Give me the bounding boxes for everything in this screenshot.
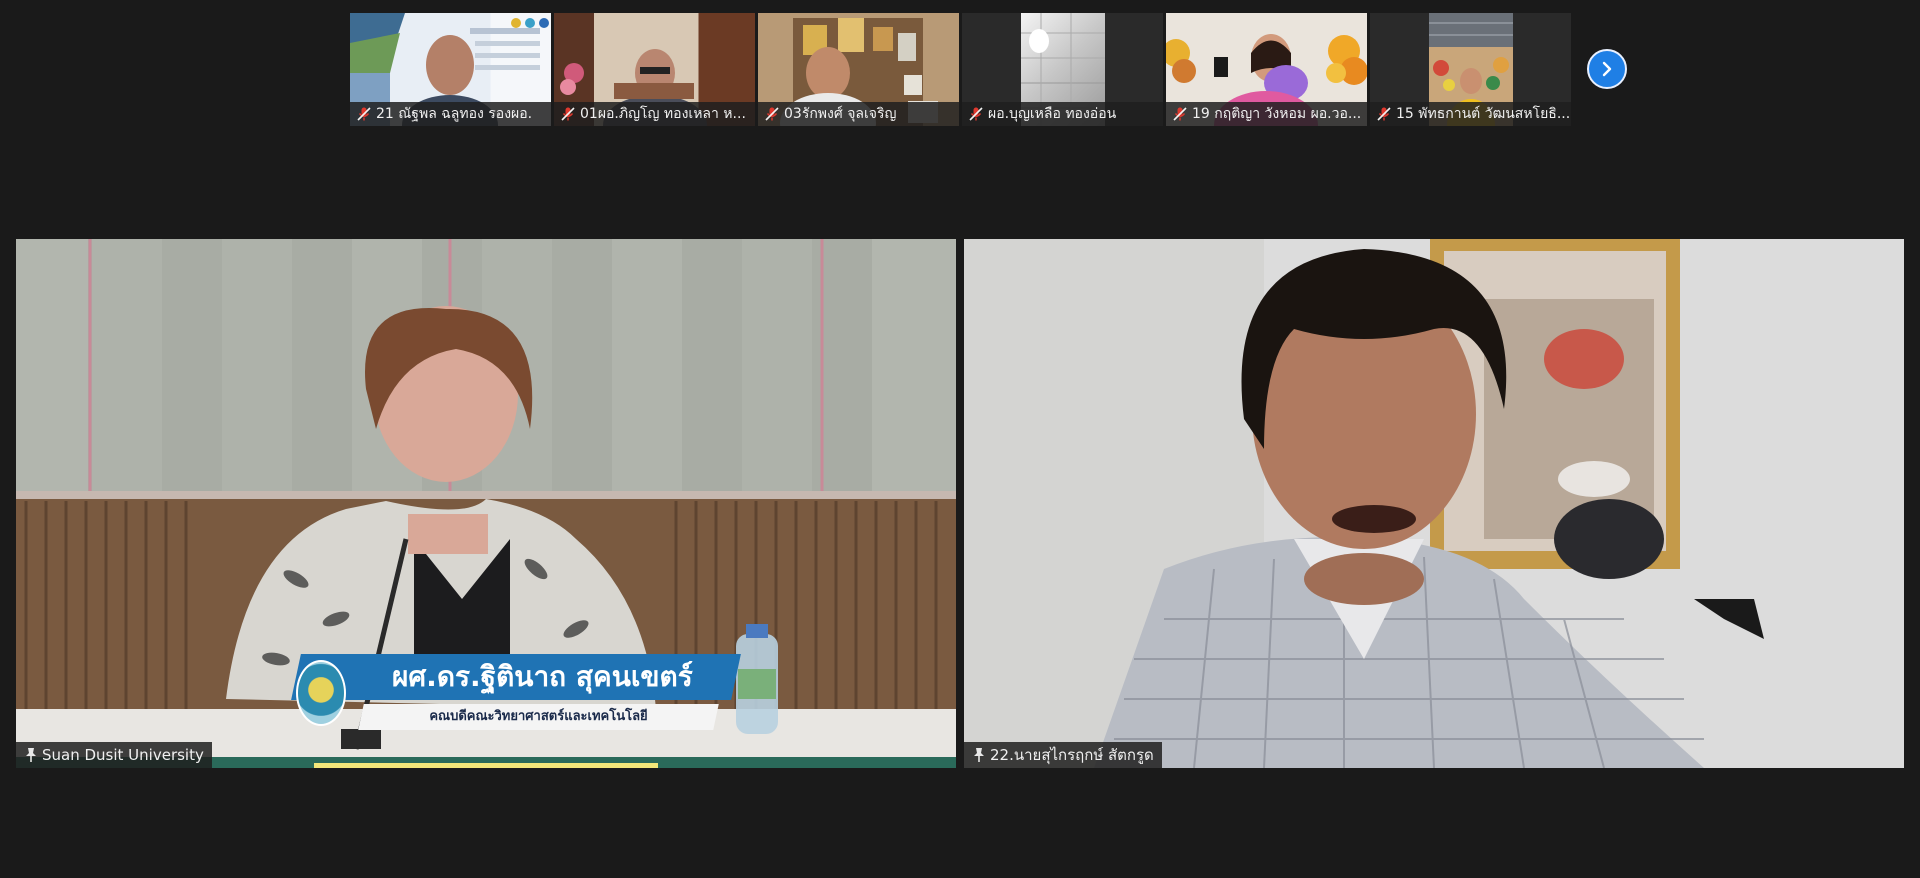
participant-name: 21 ณัฐพล ฉลูทอง รองผอ.: [376, 106, 533, 122]
participant-name: 19 กฤติญา วังหอม ผอ.วอ...: [1192, 106, 1362, 122]
participant-nameplate: 03รักพงศ์ จุลเจริญ: [758, 102, 959, 126]
mic-muted-icon: [1173, 107, 1187, 121]
pin-icon: [26, 748, 36, 762]
participant-nameplate: 22.นายสุไกรฤกษ์ สัตกรูด: [964, 742, 1162, 768]
participant-thumbnail[interactable]: 03รักพงศ์ จุลเจริญ: [758, 13, 959, 126]
participant-nameplate: ผอ.บุญเหลือ ทองอ่อน: [962, 102, 1163, 126]
main-video-tile[interactable]: ผศ.ดร.ฐิตินาถ สุคนเขตร์ คณบดีคณะวิทยาศาส…: [16, 239, 956, 768]
participant-nameplate: 19 กฤติญา วังหอม ผอ.วอ...: [1166, 102, 1367, 126]
speaker-subtitle: คณบดีคณะวิทยาศาสตร์และเทคโนโลยี: [429, 709, 648, 724]
participant-video: [964, 239, 1904, 768]
mic-muted-icon: [969, 107, 983, 121]
mic-muted-icon: [765, 107, 779, 121]
participant-thumbnail[interactable]: 21 ณัฐพล ฉลูทอง รองผอ.: [350, 13, 551, 126]
participant-thumbnail-strip: 21 ณัฐพล ฉลูทอง รองผอ. 01ผอ.ภิญโญ ทองเหล…: [350, 13, 1571, 126]
participant-name: 15 พัทธกานต์ วัฒนสหโยธิ...: [1396, 106, 1571, 122]
participant-thumbnail[interactable]: 15 พัทธกานต์ วัฒนสหโยธิ...: [1370, 13, 1571, 126]
mic-muted-icon: [357, 107, 371, 121]
speaker-subtitle-banner: คณบดีคณะวิทยาศาสตร์และเทคโนโลยี: [358, 704, 719, 730]
participant-thumbnail[interactable]: ผอ.บุญเหลือ ทองอ่อน: [962, 13, 1163, 126]
participant-nameplate: 21 ณัฐพล ฉลูทอง รองผอ.: [350, 102, 551, 126]
participant-nameplate: 15 พัทธกานต์ วัฒนสหโยธิ...: [1370, 102, 1571, 126]
participant-name: ผอ.บุญเหลือ ทองอ่อน: [988, 106, 1117, 122]
speaker-lower-third: ผศ.ดร.ฐิตินาถ สุคนเขตร์ คณบดีคณะวิทยาศาส…: [266, 654, 741, 734]
participant-name: 01ผอ.ภิญโญ ทองเหลา ห...: [580, 106, 746, 122]
participant-name: Suan Dusit University: [42, 746, 204, 764]
speaker-title: ผศ.ดร.ฐิตินาถ สุคนเขตร์: [392, 660, 693, 693]
participant-name: 22.นายสุไกรฤกษ์ สัตกรูด: [990, 746, 1154, 764]
active-speaker-indicator: [314, 763, 658, 768]
mic-muted-icon: [561, 107, 575, 121]
main-video-tile[interactable]: 22.นายสุไกรฤกษ์ สัตกรูด: [964, 239, 1904, 768]
participant-nameplate: Suan Dusit University: [16, 742, 212, 768]
chevron-right-icon: [1602, 61, 1612, 77]
mic-muted-icon: [1377, 107, 1391, 121]
participant-thumbnail[interactable]: 19 กฤติญา วังหอม ผอ.วอ...: [1166, 13, 1367, 126]
participant-name: 03รักพงศ์ จุลเจริญ: [784, 106, 897, 122]
speaker-title-banner: ผศ.ดร.ฐิตินาถ สุคนเขตร์: [291, 654, 741, 700]
participant-nameplate: 01ผอ.ภิญโญ ทองเหลา ห...: [554, 102, 755, 126]
next-page-button[interactable]: [1587, 49, 1627, 89]
participant-thumbnail[interactable]: 01ผอ.ภิญโญ ทองเหลา ห...: [554, 13, 755, 126]
university-logo: [296, 660, 346, 726]
pin-icon: [974, 748, 984, 762]
